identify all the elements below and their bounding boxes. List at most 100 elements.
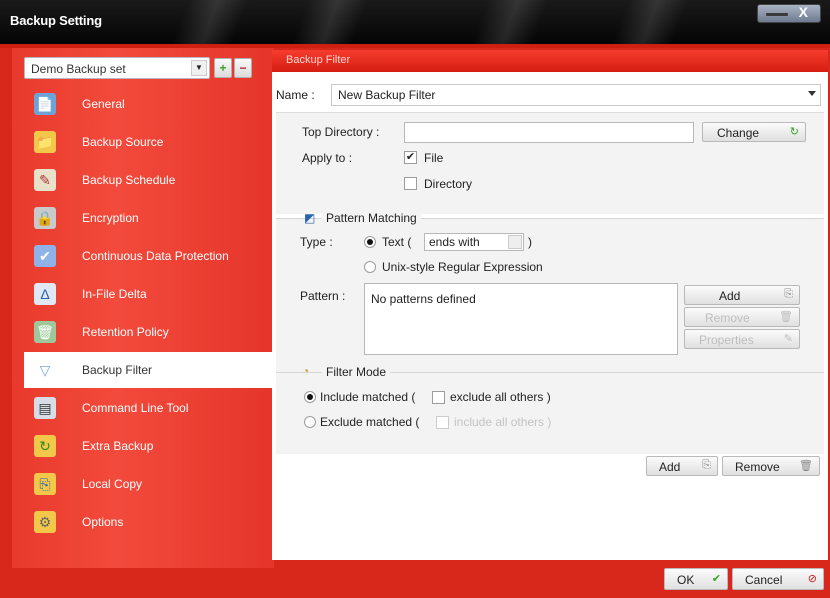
extra-backup-icon: ↻ [34, 435, 56, 457]
sidebar-item-backup-source[interactable]: 📁 Backup Source [24, 124, 274, 160]
local-copy-icon: ⎘ [34, 473, 56, 495]
sidebar-item-in-file-delta[interactable]: Δ In-File Delta [24, 276, 274, 312]
sidebar-item-label: Command Line Tool [82, 401, 189, 415]
sidebar-item-extra-backup[interactable]: ↻ Extra Backup [24, 428, 274, 464]
include-all-others-label: include all others ) [454, 415, 552, 429]
sidebar-item-label: Backup Source [82, 135, 164, 149]
minimize-icon [766, 13, 788, 16]
chevron-down-icon[interactable] [808, 91, 816, 96]
sidebar-item-command-line-tool[interactable]: ▤ Command Line Tool [24, 390, 274, 426]
sidebar-item-label: Continuous Data Protection [82, 249, 229, 263]
apply-directory-checkbox[interactable] [404, 177, 417, 190]
filter-mode-section: ◔ Filter Mode Include matched ( exclude … [276, 364, 824, 454]
sidebar-item-local-copy[interactable]: ⎘ Local Copy [24, 466, 274, 502]
panel-header: Backup Filter [272, 50, 828, 72]
apply-file-checkbox[interactable]: ✔ [404, 151, 417, 164]
add-icon: ⎘ [784, 288, 793, 300]
type-regex-radio[interactable] [364, 261, 376, 273]
pattern-matching-section: ◩ Pattern Matching Type : Text ( ends wi… [276, 211, 824, 372]
filter-icon: ▽ [39, 362, 51, 378]
filter-name-field[interactable]: New Backup Filter [331, 84, 821, 106]
lock-icon: 🔒 [34, 207, 56, 229]
schedule-icon: ✎ [34, 169, 56, 191]
pattern-matching-title: Pattern Matching [322, 211, 421, 225]
chevron-down-icon[interactable]: ▼ [191, 60, 207, 76]
add-filter-button[interactable]: Add ⎘ [646, 456, 718, 476]
refresh-icon: ↻ [789, 126, 799, 138]
sidebar-item-label: Local Copy [82, 477, 143, 491]
pattern-list[interactable]: No patterns defined [364, 283, 678, 355]
sidebar: Demo Backup set ▼ + − 📄 General 📁 Backup… [12, 48, 274, 568]
remove-filter-label: Remove [735, 460, 780, 474]
cancel-button[interactable]: Cancel ⊘ [732, 568, 824, 590]
edit-icon: ✎ [783, 333, 793, 345]
terminal-icon: ▤ [34, 397, 56, 419]
title-bar: Backup Setting X [0, 0, 830, 44]
pattern-add-label: Add [719, 289, 741, 303]
add-filter-label: Add [659, 460, 681, 474]
sidebar-item-label: Extra Backup [82, 439, 154, 453]
sidebar-item-cdp[interactable]: ✔ Continuous Data Protection [24, 238, 274, 274]
type-close-paren: ) [528, 235, 532, 249]
sidebar-item-label: Encryption [82, 211, 139, 225]
sidebar-item-options[interactable]: ⚙ Options [24, 504, 274, 540]
backup-setting-window: Backup Setting X Demo Backup set ▼ + − 📄… [0, 0, 830, 598]
sidebar-item-label: Options [82, 515, 124, 529]
add-icon: ⎘ [702, 459, 711, 471]
type-regex-label: Unix-style Regular Expression [382, 260, 543, 274]
name-label: Name : [276, 88, 315, 102]
sidebar-item-label: Retention Policy [82, 325, 169, 339]
exclude-all-others-checkbox[interactable] [432, 391, 445, 404]
close-button[interactable]: X [757, 4, 821, 23]
change-button[interactable]: Change ↻ [702, 122, 806, 142]
pattern-remove-button[interactable]: Remove 🗑 [684, 307, 800, 327]
type-label: Type : [300, 235, 333, 249]
sidebar-item-backup-filter[interactable]: ▽ Backup Filter [24, 352, 274, 388]
panel-title: Backup Filter [286, 54, 351, 66]
pattern-properties-button[interactable]: Properties ✎ [684, 329, 800, 349]
sidebar-item-general[interactable]: 📄 General [24, 86, 274, 122]
type-text-radio[interactable] [364, 236, 376, 248]
change-label: Change [717, 126, 760, 140]
exclude-matched-label: Exclude matched ( [320, 415, 420, 429]
directory-section: Top Directory : Change ↻ Apply to : ✔ Fi… [276, 112, 824, 214]
apply-file-label: File [424, 151, 444, 165]
ok-label: OK [677, 573, 695, 587]
add-backup-set-button[interactable]: + [214, 58, 232, 78]
remove-filter-button[interactable]: Remove 🗑 [722, 456, 820, 476]
trash-icon: 🗑 [34, 321, 56, 343]
pattern-add-button[interactable]: Add ⎘ [684, 285, 800, 305]
backup-set-value: Demo Backup set [31, 62, 126, 76]
sidebar-item-label: General [82, 97, 125, 111]
pattern-remove-label: Remove [705, 311, 750, 325]
filter-mode-icon: ◔ [302, 364, 310, 378]
ok-button[interactable]: OK ✔ [664, 568, 728, 590]
sidebar-item-encryption[interactable]: 🔒 Encryption [24, 200, 274, 236]
pattern-empty-text: No patterns defined [371, 292, 476, 306]
filter-mode-title: Filter Mode [322, 365, 391, 379]
backup-set-select[interactable]: Demo Backup set ▼ [24, 57, 210, 79]
exclude-matched-radio[interactable] [304, 416, 316, 428]
document-icon: 📄 [34, 93, 56, 115]
sidebar-item-label: Backup Filter [82, 363, 153, 377]
folder-icon: 📁 [34, 131, 56, 153]
include-matched-radio[interactable] [304, 391, 316, 403]
filter-name-value: New Backup Filter [338, 88, 436, 102]
include-all-others-checkbox[interactable] [436, 416, 449, 429]
dialog-footer: OK ✔ Cancel ⊘ [272, 560, 828, 598]
sidebar-item-label: In-File Delta [82, 287, 147, 301]
sidebar-item-backup-schedule[interactable]: ✎ Backup Schedule [24, 162, 274, 198]
type-text-label: Text ( [382, 235, 412, 249]
top-directory-label: Top Directory : [302, 125, 380, 139]
match-type-select[interactable]: ends with [424, 233, 524, 251]
include-matched-label: Include matched ( [320, 390, 416, 404]
remove-backup-set-button[interactable]: − [234, 58, 252, 78]
sidebar-item-retention-policy[interactable]: 🗑 Retention Policy [24, 314, 274, 350]
top-directory-field[interactable] [404, 122, 694, 143]
backup-filter-panel: Backup Filter Name : New Backup Filter T… [272, 50, 828, 560]
sidebar-item-label: Backup Schedule [82, 173, 176, 187]
cancel-label: Cancel [745, 573, 783, 587]
check-icon: ✔ [34, 245, 56, 267]
apply-to-label: Apply to : [302, 151, 353, 165]
trash-icon: 🗑 [779, 311, 793, 323]
